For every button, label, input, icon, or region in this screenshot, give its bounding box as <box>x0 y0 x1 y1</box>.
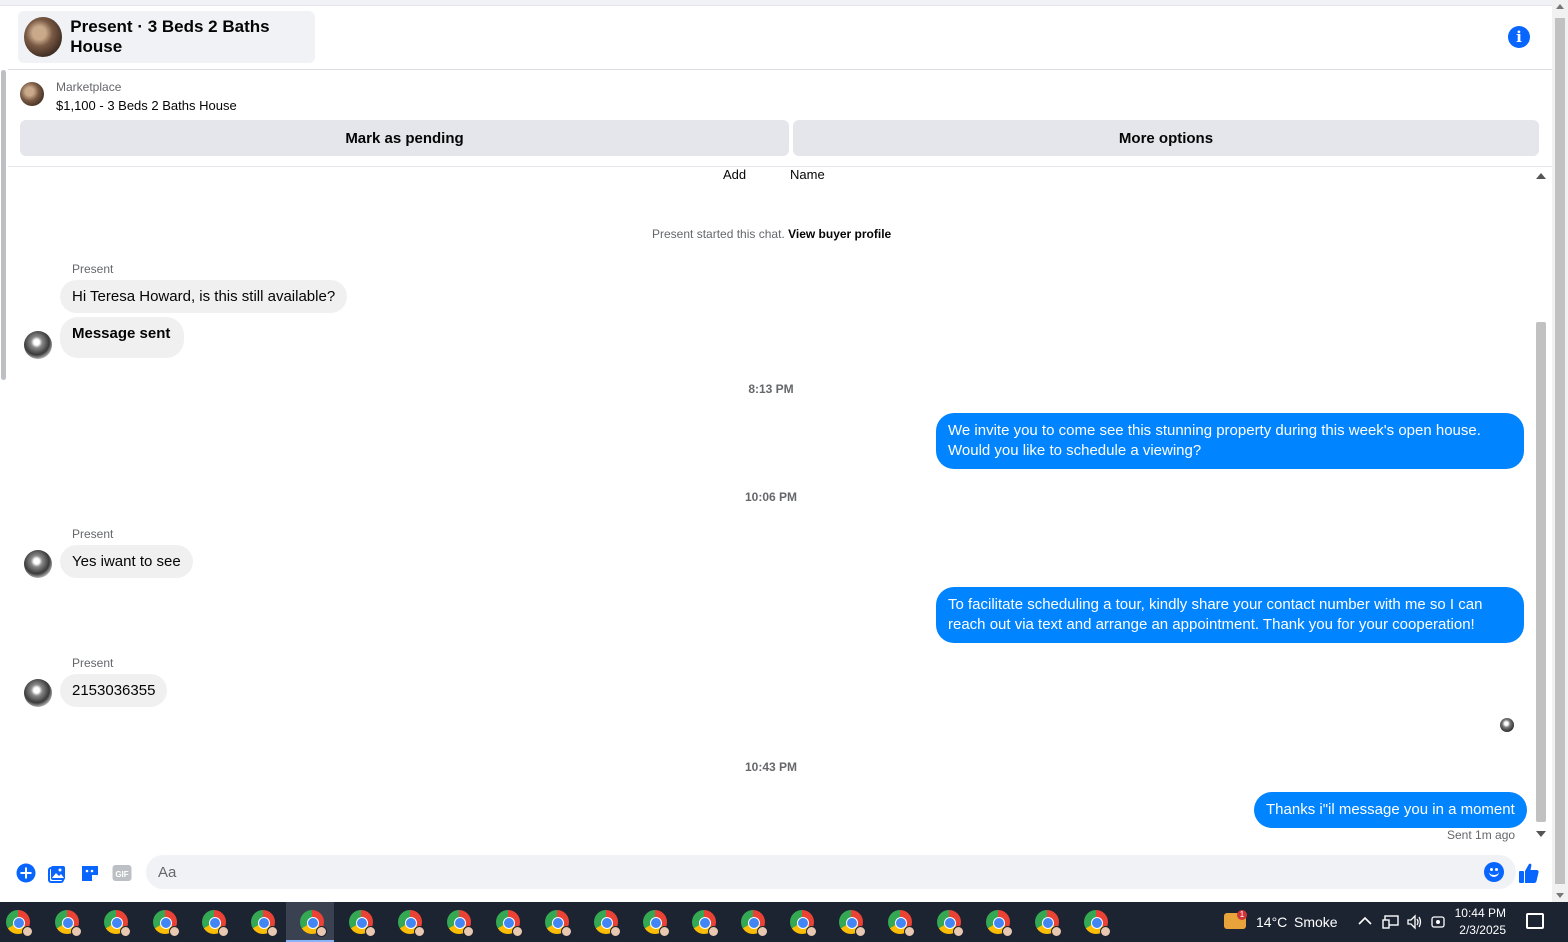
info-icon[interactable]: i <box>1508 26 1530 48</box>
buyer-avatar[interactable] <box>24 550 52 578</box>
message-input-wrapper[interactable] <box>146 855 1516 889</box>
chrome-icon[interactable] <box>6 910 33 937</box>
plus-icon[interactable] <box>16 863 36 883</box>
clock-time: 10:44 PM <box>1454 906 1506 920</box>
chrome-icon[interactable] <box>692 910 719 937</box>
top-label-add: Add <box>723 167 747 182</box>
window-scroll-down[interactable] <box>1556 893 1564 898</box>
like-icon[interactable] <box>1518 862 1540 884</box>
clock[interactable]: 10:44 PM 2/3/2025 <box>1455 905 1506 939</box>
gif-label: GIF <box>115 870 128 879</box>
outgoing-message[interactable]: To facilitate scheduling a tour, kindly … <box>936 587 1524 643</box>
timestamp: 8:13 PM <box>748 382 794 396</box>
listing-thumbnail[interactable] <box>20 82 44 106</box>
chrome-icon[interactable] <box>888 910 915 937</box>
message-list: Add Name Present started this chat. View… <box>8 167 1534 847</box>
sender-name: Present <box>72 656 114 670</box>
chat-scrollbar[interactable] <box>1534 170 1548 840</box>
incoming-message[interactable]: Yes iwant to see <box>60 545 193 578</box>
chat-title-chip[interactable]: Present · 3 Beds 2 Baths House <box>18 11 315 63</box>
listing-price-title[interactable]: $1,100 - 3 Beds 2 Baths House <box>56 98 237 113</box>
chrome-icon[interactable] <box>643 910 670 937</box>
chrome-icon[interactable] <box>594 910 621 937</box>
chat-title: Present · 3 Beds 2 Baths House <box>70 17 270 56</box>
clock-date: 2/3/2025 <box>1459 923 1506 937</box>
left-scrollbar-thumb[interactable] <box>1 70 6 380</box>
outgoing-message[interactable]: We invite you to come see this stunning … <box>936 413 1524 469</box>
system-message: Present started this chat. View buyer pr… <box>652 227 891 241</box>
listing-avatar <box>24 17 63 57</box>
view-buyer-profile-link[interactable]: View buyer profile <box>788 227 891 241</box>
weather-description[interactable]: Smoke <box>1294 914 1338 930</box>
chrome-icon[interactable] <box>349 910 376 937</box>
chrome-icon[interactable] <box>741 910 768 937</box>
volume-icon[interactable] <box>1406 914 1424 930</box>
scroll-down-arrow[interactable] <box>1536 831 1546 837</box>
listing-panel: Marketplace $1,100 - 3 Beds 2 Baths Hous… <box>8 71 1552 167</box>
composer: GIF <box>8 850 1552 896</box>
outgoing-message[interactable]: Thanks i"il message you in a moment <box>1254 792 1527 828</box>
buyer-avatar[interactable] <box>24 331 52 359</box>
messenger-window: Present · 3 Beds 2 Baths House i Marketp… <box>0 0 1568 902</box>
timestamp: 10:43 PM <box>744 760 798 774</box>
seen-indicator-avatar <box>1500 718 1514 732</box>
chrome-icon[interactable] <box>545 910 572 937</box>
chrome-icon[interactable] <box>55 910 82 937</box>
left-scrollbar[interactable] <box>0 60 8 380</box>
sender-name: Present <box>72 262 114 276</box>
chrome-icon[interactable] <box>937 910 964 937</box>
scroll-up-arrow[interactable] <box>1536 173 1546 179</box>
photo-icon[interactable] <box>48 863 68 883</box>
chrome-icon[interactable] <box>447 910 474 937</box>
taskbar: 1 14°C Smoke 10:44 PM 2/3/2025 <box>0 902 1568 942</box>
mark-as-pending-button[interactable]: Mark as pending <box>20 120 789 156</box>
chrome-icon[interactable] <box>1035 910 1062 937</box>
more-options-button[interactable]: More options <box>793 120 1539 156</box>
chrome-icon[interactable] <box>398 910 425 937</box>
delivery-status: Sent 1m ago <box>1447 828 1516 842</box>
emoji-icon[interactable] <box>1484 862 1504 882</box>
sticker-icon[interactable] <box>80 863 100 883</box>
chat-header: Present · 3 Beds 2 Baths House i <box>8 6 1552 70</box>
notification-icon[interactable] <box>1526 913 1544 929</box>
top-label-name: Name <box>790 167 825 182</box>
chrome-icon[interactable] <box>300 910 327 937</box>
network-icon[interactable] <box>1382 914 1400 930</box>
window-scrollbar[interactable] <box>1552 0 1568 902</box>
meet-now-icon[interactable] <box>1430 914 1446 930</box>
incoming-message[interactable]: 2153036355 <box>60 674 168 707</box>
weather-temperature[interactable]: 14°C <box>1256 914 1287 930</box>
chrome-icon[interactable] <box>986 910 1013 937</box>
sender-name: Present <box>72 527 114 541</box>
buyer-avatar[interactable] <box>24 679 52 707</box>
chrome-icon[interactable] <box>496 910 523 937</box>
incoming-message[interactable]: Message sent <box>60 317 185 358</box>
chrome-icon[interactable] <box>104 910 131 937</box>
listing-category: Marketplace <box>56 80 122 94</box>
chrome-icon[interactable] <box>251 910 278 937</box>
chrome-icon[interactable] <box>790 910 817 937</box>
chrome-icon[interactable] <box>1084 910 1111 937</box>
system-message-text: Present started this chat. <box>652 227 785 241</box>
chevron-up-icon[interactable] <box>1358 916 1372 926</box>
gif-icon[interactable]: GIF <box>112 863 132 883</box>
message-input[interactable] <box>146 855 1446 889</box>
window-scroll-up[interactable] <box>1556 4 1564 9</box>
chrome-icon[interactable] <box>839 910 866 937</box>
weather-badge: 1 <box>1237 910 1247 920</box>
chat-scrollbar-thumb[interactable] <box>1536 322 1546 822</box>
chrome-icon[interactable] <box>202 910 229 937</box>
chrome-icon[interactable] <box>153 910 180 937</box>
incoming-message[interactable]: Hi Teresa Howard, is this still availabl… <box>60 280 348 313</box>
timestamp: 10:06 PM <box>744 490 798 504</box>
window-scrollbar-thumb[interactable] <box>1555 18 1565 884</box>
